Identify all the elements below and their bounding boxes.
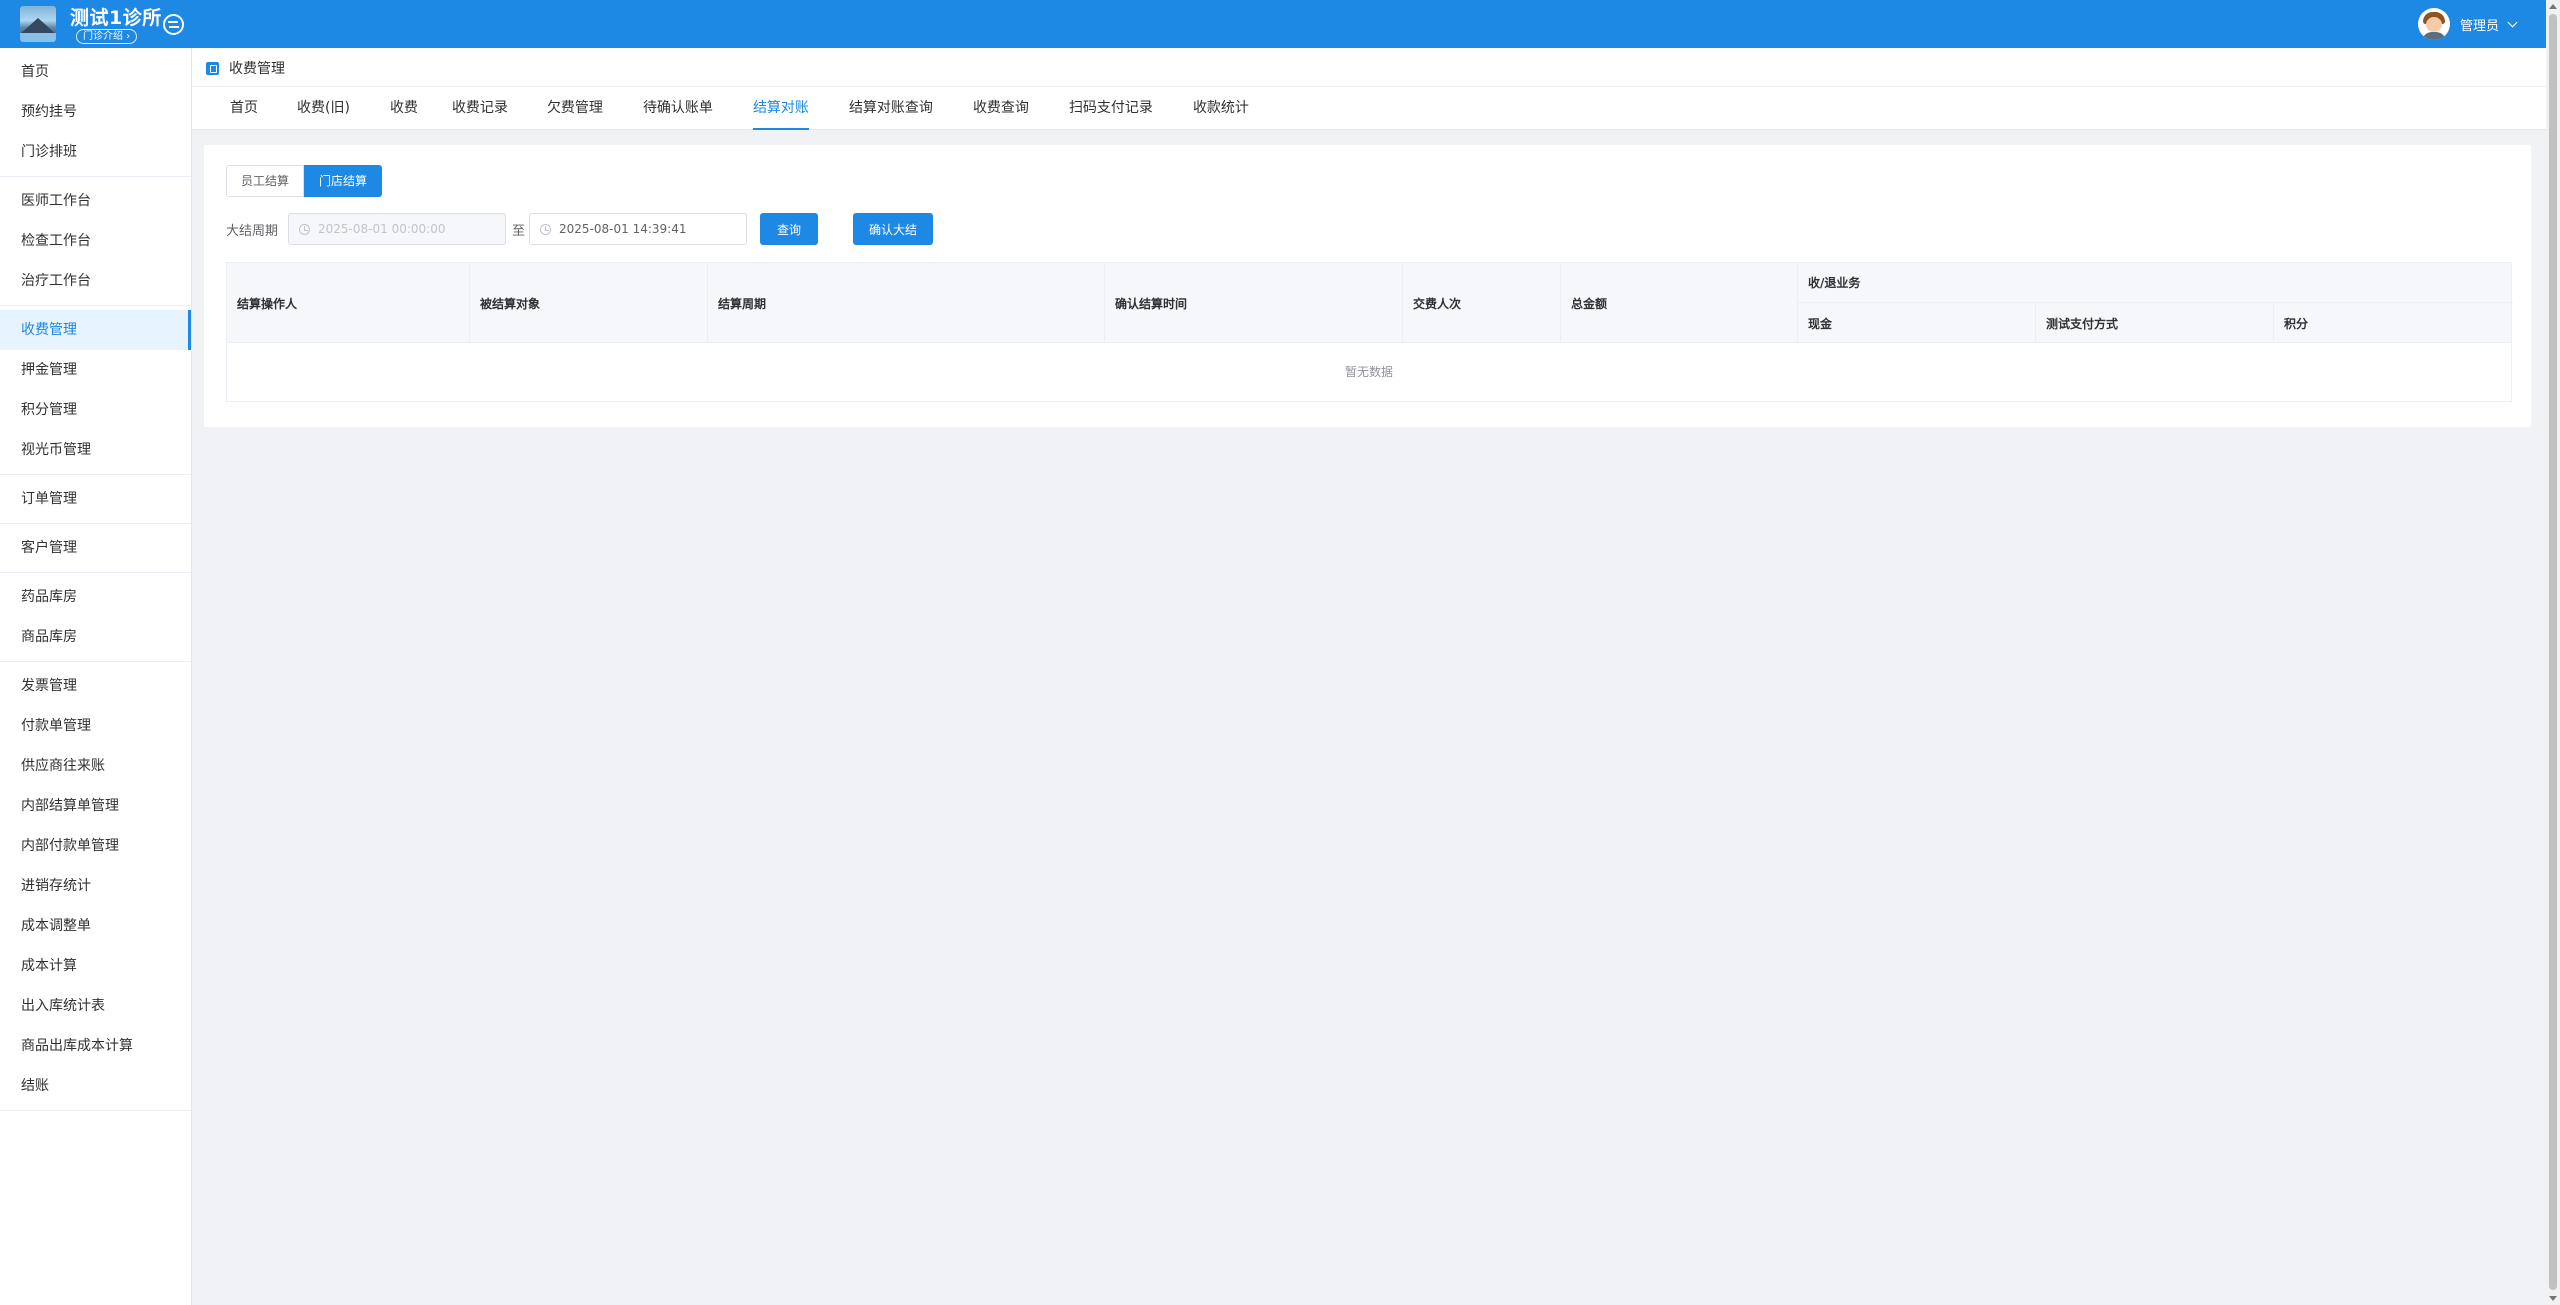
page-scrollbar[interactable] bbox=[2546, 0, 2560, 1305]
sidebar-item[interactable]: 门诊排班 bbox=[0, 132, 191, 172]
tab[interactable]: 结算对账 bbox=[752, 86, 809, 130]
col-payer-count: 交费人次 bbox=[1403, 263, 1561, 343]
sidebar-item[interactable]: 内部付款单管理 bbox=[0, 826, 191, 866]
page-title-icon bbox=[206, 61, 219, 75]
col-confirm-time: 确认结算时间 bbox=[1105, 263, 1403, 343]
store-settlement-tab[interactable]: 门店结算 bbox=[304, 165, 383, 197]
scroll-up-icon[interactable] bbox=[2549, 4, 2557, 9]
col-group-income-refund: 收/退业务 bbox=[1798, 263, 2513, 303]
switch-clinic-icon[interactable] bbox=[163, 14, 184, 35]
settlement-type-switch: 员工结算 门店结算 bbox=[226, 165, 383, 197]
sidebar-group: 首页 预约挂号 门诊排班 bbox=[0, 48, 191, 177]
sidebar-item[interactable]: 出入库统计表 bbox=[0, 986, 191, 1026]
sidebar-item[interactable]: 商品库房 bbox=[0, 617, 191, 657]
tab[interactable]: 收费记录 bbox=[452, 86, 508, 130]
scroll-thumb[interactable] bbox=[2549, 14, 2557, 1290]
main-area: 收费管理 首页 收费(旧) 收费 收费记录 欠费管理 待确认账单 结算对账 结算对账查询 收费查… bbox=[192, 48, 2546, 1305]
tab-bar: 首页 收费(旧) 收费 收费记录 欠费管理 待确认账单 结算对账 结算对账查询 收费查询 扫码支付… bbox=[230, 86, 1249, 130]
clinic-intro-badge[interactable]: 门诊介绍 › bbox=[76, 29, 138, 44]
sidebar-item[interactable]: 内部结算单管理 bbox=[0, 786, 191, 826]
tab[interactable]: 首页 bbox=[230, 86, 258, 130]
sidebar-group: 收费管理 押金管理 积分管理 视光币管理 bbox=[0, 306, 191, 475]
sidebar-group: 药品库房 商品库房 bbox=[0, 573, 191, 662]
end-date-input[interactable]: 2025-08-01 14:39:41 bbox=[529, 213, 748, 245]
sidebar-item[interactable]: 商品出库成本计算 bbox=[0, 1026, 191, 1066]
content-panel: 员工结算 门店结算 大结周期 2025-08-01 00:00:00 至 2025… bbox=[204, 145, 2531, 427]
page-header: 收费管理 首页 收费(旧) 收费 收费记录 欠费管理 待确认账单 结算对账 结算对账查询 收费查… bbox=[192, 48, 2546, 130]
sidebar-item[interactable]: 治疗工作台 bbox=[0, 261, 191, 301]
tab[interactable]: 扫码支付记录 bbox=[1069, 86, 1153, 130]
chevron-down-icon bbox=[2507, 17, 2518, 27]
sidebar-item[interactable]: 押金管理 bbox=[0, 350, 191, 390]
query-button[interactable]: 查询 bbox=[760, 213, 819, 245]
tab[interactable]: 收费查询 bbox=[973, 86, 1029, 130]
sidebar-item[interactable]: 付款单管理 bbox=[0, 706, 191, 746]
sidebar-item[interactable]: 积分管理 bbox=[0, 390, 191, 430]
col-target: 被结算对象 bbox=[470, 263, 708, 343]
sidebar-item[interactable]: 收费管理 bbox=[0, 310, 191, 350]
user-name: 管理员 bbox=[2459, 18, 2499, 34]
sidebar-item[interactable]: 结账 bbox=[0, 1066, 191, 1106]
start-date-input[interactable]: 2025-08-01 00:00:00 bbox=[288, 213, 507, 245]
sidebar-item[interactable]: 订单管理 bbox=[0, 479, 191, 519]
empty-state: 暂无数据 bbox=[1344, 365, 1393, 379]
sidebar-group: 订单管理 bbox=[0, 475, 191, 524]
sidebar-item[interactable]: 发票管理 bbox=[0, 666, 191, 706]
clock-icon bbox=[540, 223, 552, 235]
avatar bbox=[2417, 8, 2450, 40]
staff-settlement-tab[interactable]: 员工结算 bbox=[226, 165, 305, 197]
clinic-name: 测试1诊所 bbox=[70, 7, 162, 29]
settlement-table: 结算操作人 被结算对象 结算周期 确认结算时间 交费人次 总金额 收/退业务 现… bbox=[226, 262, 2513, 402]
col-points: 积分 bbox=[2284, 316, 2309, 331]
filter-row: 大结周期 2025-08-01 00:00:00 至 2025-08-01 14… bbox=[226, 213, 934, 245]
sidebar-item[interactable]: 客户管理 bbox=[0, 528, 191, 568]
page-title: 收费管理 bbox=[229, 61, 285, 77]
sidebar-item[interactable]: 成本计算 bbox=[0, 946, 191, 986]
sidebar-item[interactable]: 首页 bbox=[0, 52, 191, 92]
range-separator: 至 bbox=[512, 223, 526, 239]
tab[interactable]: 收费(旧) bbox=[297, 86, 350, 130]
user-menu[interactable]: 管理员 bbox=[2417, 8, 2518, 40]
period-label: 大结周期 bbox=[226, 223, 279, 239]
col-test-payment: 测试支付方式 bbox=[2036, 303, 2274, 343]
col-cash: 现金 bbox=[1798, 303, 2036, 343]
confirm-settlement-button[interactable]: 确认大结 bbox=[853, 213, 934, 245]
col-operator: 结算操作人 bbox=[227, 263, 470, 343]
top-header: 测试1诊所 门诊介绍 › 管理员 bbox=[0, 0, 2546, 48]
tab[interactable]: 欠费管理 bbox=[547, 86, 603, 130]
col-period: 结算周期 bbox=[708, 263, 1105, 343]
sidebar-item[interactable]: 视光币管理 bbox=[0, 430, 191, 470]
col-total-amount: 总金额 bbox=[1561, 263, 1798, 343]
sidebar-group: 发票管理 付款单管理 供应商往来账 内部结算单管理 内部付款单管理 进销存统计 成本调整单成… bbox=[0, 662, 191, 1111]
sidebar-item[interactable]: 成本调整单 bbox=[0, 906, 191, 946]
scroll-down-icon[interactable] bbox=[2549, 1296, 2557, 1301]
sidebar-group: 医师工作台 检查工作台 治疗工作台 bbox=[0, 177, 191, 306]
clinic-logo bbox=[20, 6, 56, 42]
sidebar-item[interactable]: 药品库房 bbox=[0, 577, 191, 617]
sidebar-group: 客户管理 bbox=[0, 524, 191, 573]
tab[interactable]: 收费 bbox=[390, 86, 418, 130]
sidebar-item[interactable]: 供应商往来账 bbox=[0, 746, 191, 786]
sidebar-item[interactable]: 预约挂号 bbox=[0, 92, 191, 132]
tab[interactable]: 收款统计 bbox=[1193, 86, 1249, 130]
table-header: 结算操作人 被结算对象 结算周期 确认结算时间 交费人次 总金额 收/退业务 现… bbox=[227, 263, 2513, 343]
clock-icon bbox=[299, 223, 311, 235]
tab[interactable]: 结算对账查询 bbox=[849, 86, 933, 130]
sidebar-item[interactable]: 进销存统计 bbox=[0, 866, 191, 906]
sidebar: 首页 预约挂号 门诊排班 医师工作台 检查工作台 治疗工作台 收费管理 押金管理 积分管理 视光币… bbox=[0, 48, 192, 1305]
sidebar-item[interactable]: 检查工作台 bbox=[0, 221, 191, 261]
tab[interactable]: 待确认账单 bbox=[643, 86, 713, 130]
sidebar-item[interactable]: 医师工作台 bbox=[0, 181, 191, 221]
